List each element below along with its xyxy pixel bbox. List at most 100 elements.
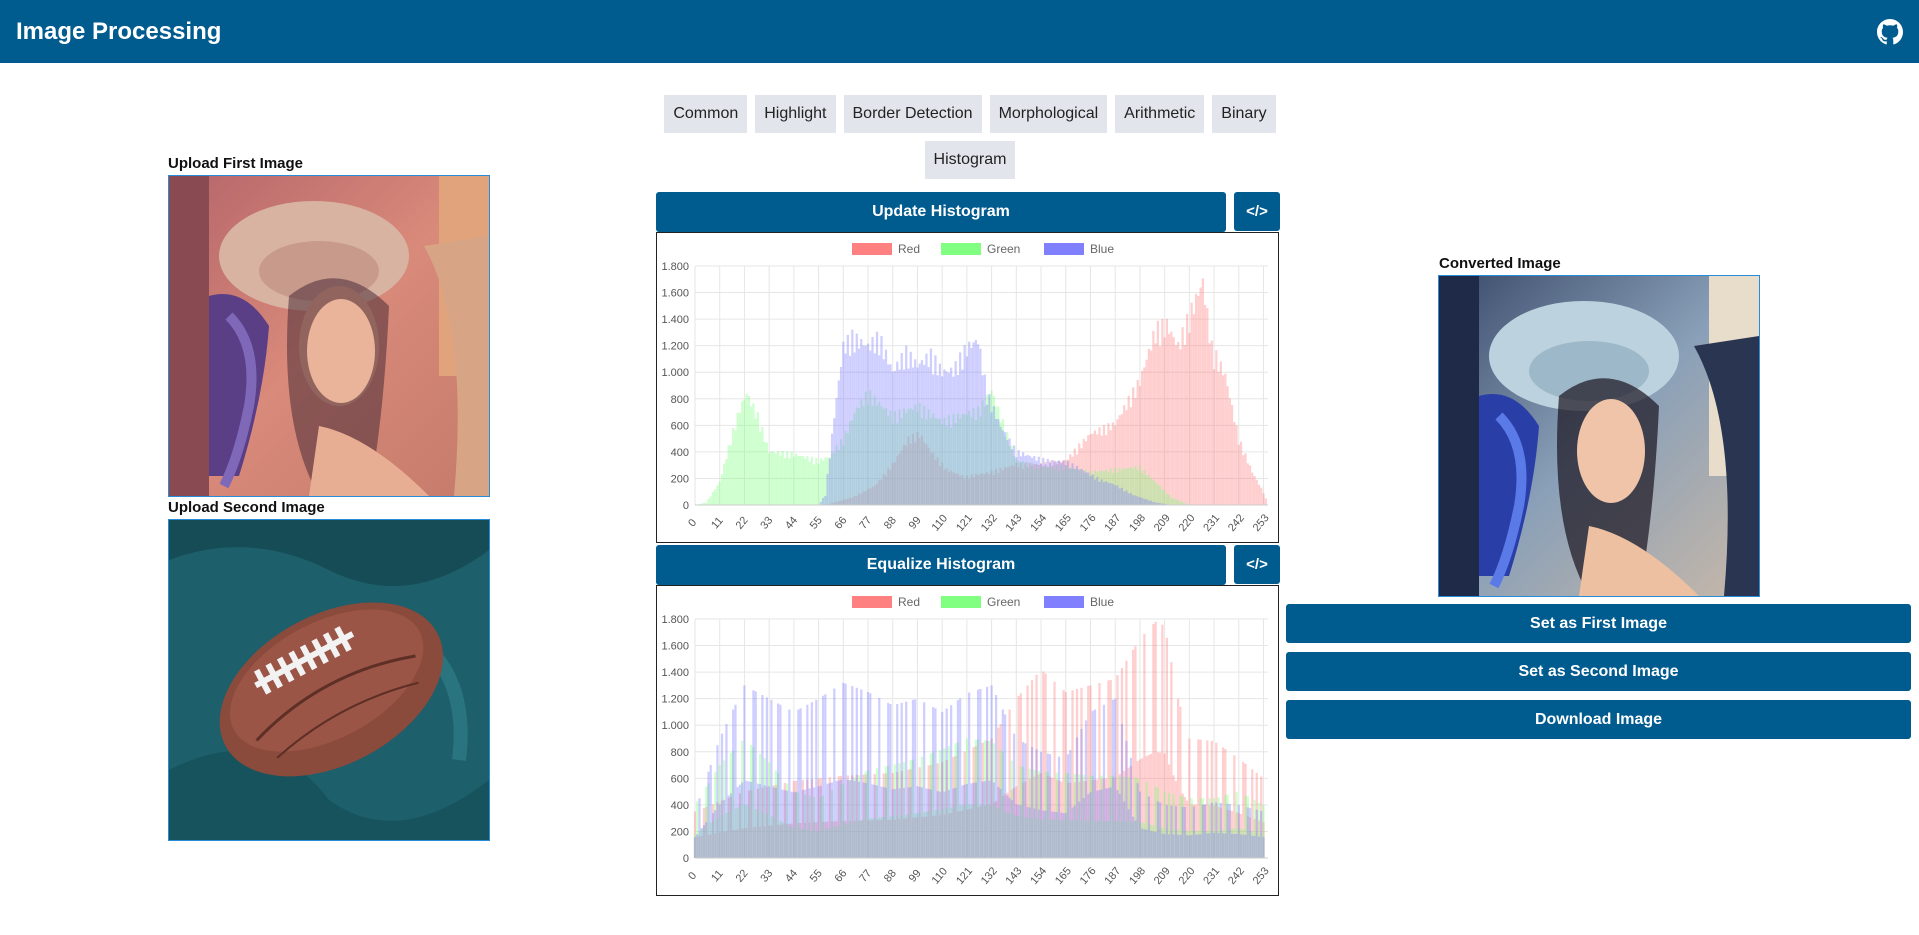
histogram-bar: [938, 363, 942, 505]
histogram-bar: [864, 345, 867, 505]
histogram-bar: [1237, 804, 1240, 858]
set-second-image-button[interactable]: Set as Second Image: [1286, 652, 1911, 691]
histogram-bar: [909, 351, 912, 505]
x-tick-label: 209: [1152, 512, 1173, 534]
tab-border-detection[interactable]: Border Detection: [843, 95, 982, 133]
histogram-bar: [788, 709, 791, 858]
histogram-bar: [1248, 465, 1252, 505]
histogram-bar: [916, 786, 919, 858]
histogram-bar: [1030, 746, 1034, 858]
tab-histogram[interactable]: Histogram: [924, 141, 1016, 179]
x-tick-label: 44: [783, 868, 800, 885]
histogram-bar: [864, 782, 867, 858]
legend-swatch: [1044, 596, 1084, 608]
histogram-bar: [1219, 802, 1222, 858]
histogram-bar: [1111, 483, 1115, 505]
histogram-bar: [1163, 337, 1166, 505]
histogram-bar: [1212, 369, 1216, 505]
first-image-upload[interactable]: [168, 175, 490, 497]
histogram-bar: [891, 789, 894, 858]
tab-highlight[interactable]: Highlight: [755, 95, 836, 133]
legend-label: Red: [898, 242, 920, 256]
histogram-bar: [835, 781, 838, 858]
download-image-button[interactable]: Download Image: [1286, 700, 1911, 739]
histogram-bar: [1057, 756, 1061, 858]
histogram-bar: [772, 452, 775, 505]
legend-item-red[interactable]: Red: [852, 242, 920, 256]
tab-binary[interactable]: Binary: [1212, 95, 1276, 133]
y-tick-label: 800: [671, 394, 689, 406]
histogram-bar: [1221, 375, 1225, 505]
histogram-bar: [794, 453, 798, 505]
histogram-bar: [1242, 455, 1245, 505]
histogram-bar: [1228, 398, 1231, 505]
histogram-bar: [1073, 805, 1076, 858]
histogram-bar: [974, 339, 978, 505]
histogram-bar: [961, 785, 964, 858]
update-histogram-code-button[interactable]: </>: [1234, 192, 1280, 231]
histogram-bar: [750, 406, 753, 505]
equalize-histogram-code-button[interactable]: </>: [1234, 545, 1280, 584]
histogram-bar: [860, 689, 863, 858]
tab-common[interactable]: Common: [664, 95, 748, 133]
histogram-bar: [1152, 624, 1155, 858]
histogram-bar: [1017, 804, 1020, 858]
github-icon[interactable]: [1877, 18, 1903, 45]
histogram-bar: [950, 367, 953, 505]
histogram-bar: [759, 431, 762, 505]
legend-item-green[interactable]: Green: [941, 242, 1020, 256]
histogram-bar: [1118, 793, 1121, 858]
histogram-bar: [810, 702, 813, 858]
histogram-bar: [1174, 806, 1177, 858]
histogram-bar: [815, 457, 818, 505]
second-image-upload[interactable]: [168, 519, 490, 841]
histogram-bar: [1102, 704, 1106, 858]
legend-label: Green: [987, 242, 1020, 256]
histogram-bar: [855, 333, 858, 505]
histogram-bar: [871, 336, 874, 505]
x-tick-label: 121: [954, 512, 975, 534]
legend-item-red[interactable]: Red: [852, 595, 920, 609]
legend-label: Red: [898, 595, 920, 609]
histogram-bar: [777, 703, 780, 858]
histogram-bar: [1118, 488, 1121, 505]
histogram-bar: [1075, 737, 1079, 858]
legend-item-blue[interactable]: Blue: [1044, 242, 1114, 256]
histogram-bar: [777, 451, 780, 505]
tab-morphological[interactable]: Morphological: [989, 95, 1108, 133]
legend-item-green[interactable]: Green: [941, 595, 1020, 609]
histogram-bar: [723, 463, 726, 505]
histogram-bar: [797, 456, 800, 505]
histogram-bar: [1235, 833, 1238, 858]
histogram-bar: [1230, 833, 1234, 858]
legend-item-blue[interactable]: Blue: [1044, 595, 1114, 609]
histogram-bar: [990, 685, 993, 858]
y-tick-label: 1.400: [661, 667, 689, 679]
histogram-bar: [1208, 833, 1211, 858]
y-tick-label: 200: [671, 473, 689, 485]
histogram-bar: [882, 359, 885, 505]
histogram-bar: [1100, 789, 1103, 858]
histogram-bar: [1078, 801, 1081, 858]
set-first-image-button[interactable]: Set as First Image: [1286, 604, 1911, 643]
histogram-bar: [1021, 742, 1025, 858]
histogram-bar: [1181, 327, 1184, 505]
histogram-bar: [997, 786, 1000, 858]
histogram-bar: [1071, 807, 1074, 858]
equalize-histogram-button[interactable]: Equalize Histogram: [656, 545, 1226, 585]
histogram-bar: [950, 705, 953, 858]
tab-arithmetic[interactable]: Arithmetic: [1115, 95, 1205, 133]
converted-image-label: Converted Image: [1439, 255, 1561, 272]
histogram-bar: [806, 704, 809, 858]
legend-swatch: [1044, 243, 1084, 255]
histogram-chart-original-svg: Red Green Blue 0 200 400 600 800 1.000 1.200 1.400…: [661, 242, 1271, 534]
histogram-bar: [1197, 295, 1200, 505]
histogram-bar: [1028, 807, 1031, 858]
histogram-bar: [718, 804, 721, 858]
histogram-bar: [985, 686, 989, 858]
y-tick-label: 1.800: [661, 261, 689, 273]
histogram-bar: [846, 334, 849, 505]
histogram-bar: [1044, 464, 1047, 505]
update-histogram-button[interactable]: Update Histogram: [656, 192, 1226, 232]
x-tick-label: 11: [709, 515, 726, 531]
